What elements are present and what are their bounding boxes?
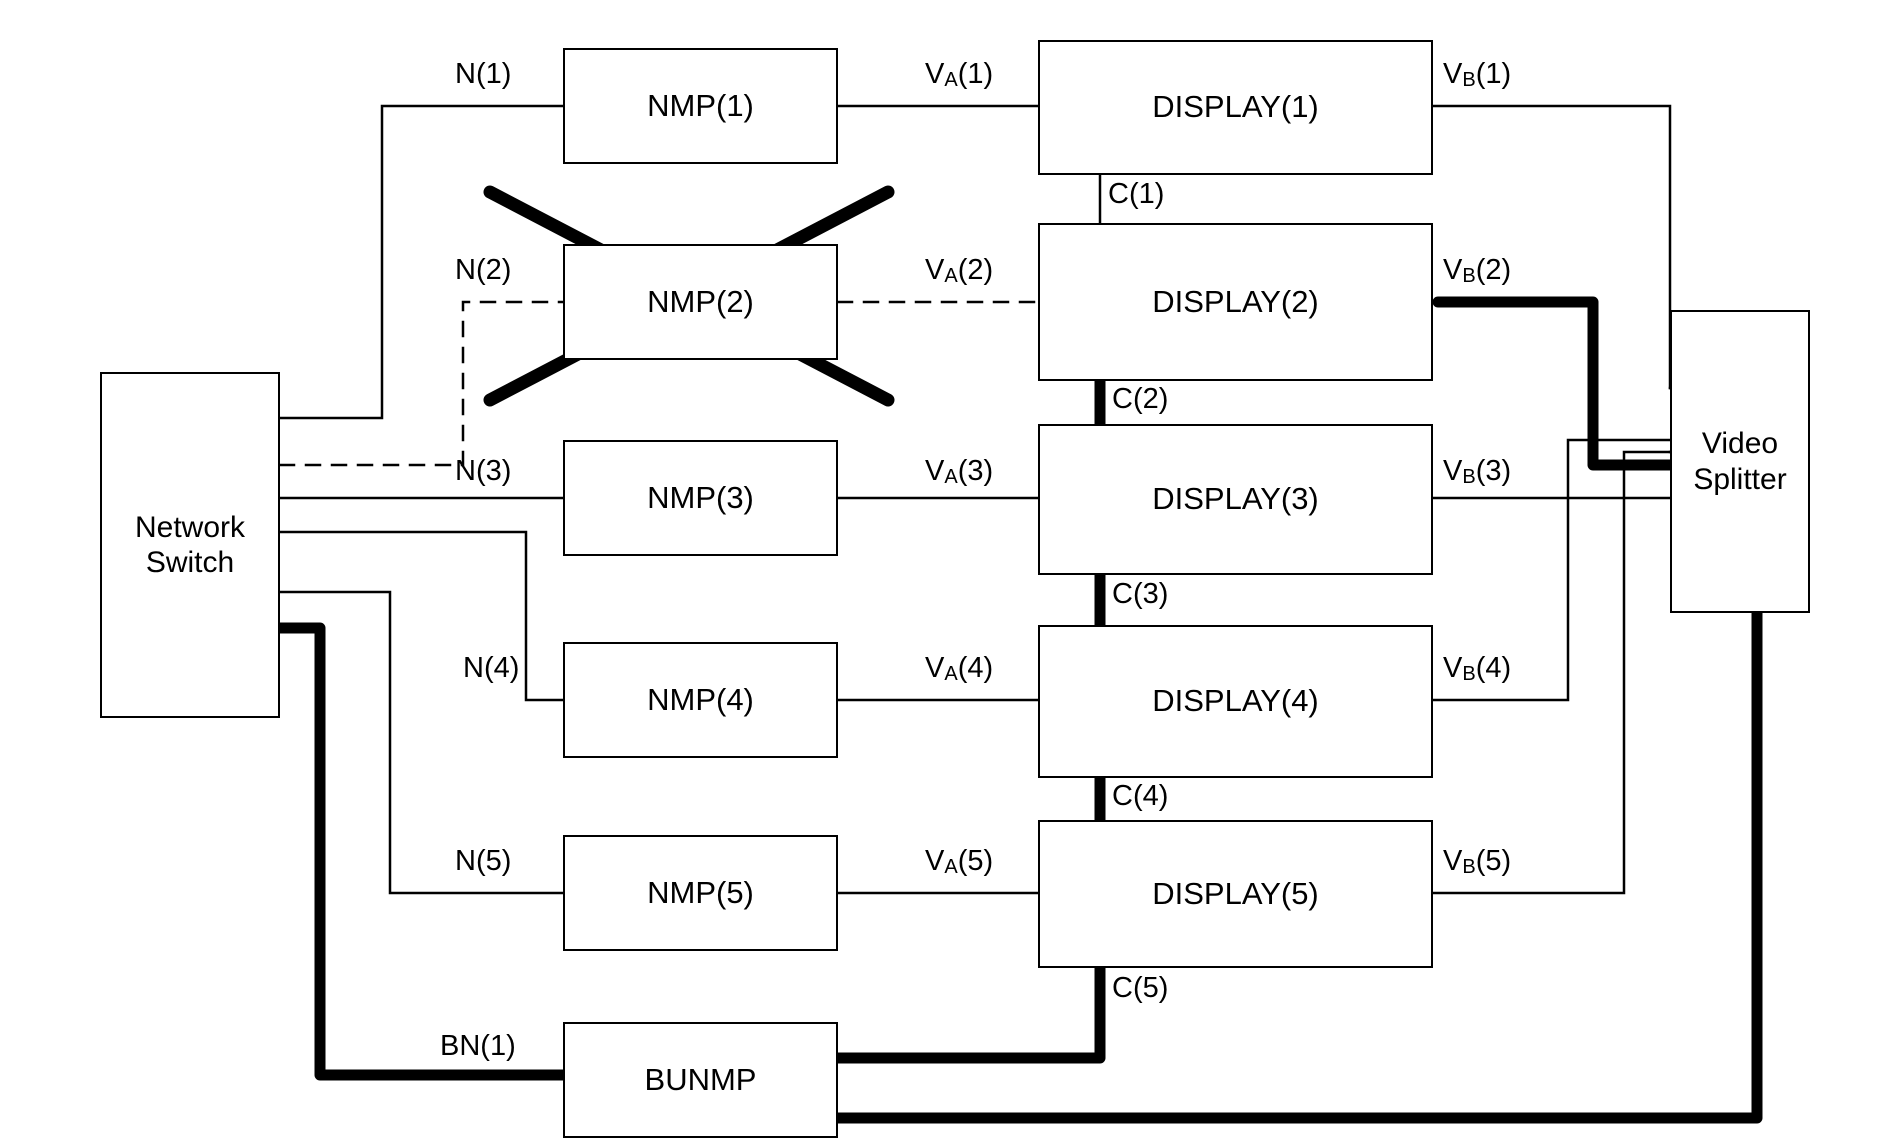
nmp-1-label: NMP(1): [647, 87, 754, 123]
edge-label-n5: N(5): [455, 845, 512, 877]
edge-label-c5: C(5): [1112, 972, 1169, 1004]
nmp-2-node[interactable]: NMP(2): [563, 244, 838, 360]
video-splitter-label-line1: Video: [1701, 427, 1779, 461]
edge-label-c1: C(1): [1108, 178, 1165, 210]
display-1-label: DISPLAY(1): [1152, 89, 1319, 125]
edge-label-va3: VA(3): [925, 455, 994, 488]
video-splitter-label-line2: Splitter: [1693, 462, 1787, 496]
nmp-4-node[interactable]: NMP(4): [563, 642, 838, 758]
edge-label-c3: C(3): [1112, 578, 1169, 610]
network-switch-label-line2: Switch: [145, 546, 235, 579]
edge-label-va5: VA(5): [925, 845, 994, 878]
edge-label-n4: N(4): [463, 652, 520, 684]
nmp-3-label: NMP(3): [647, 479, 754, 515]
network-switch-node[interactable]: Network Switch: [100, 372, 280, 718]
diagram-canvas: Network Switch NMP(1) NMP(2) NMP(3) NMP(…: [0, 0, 1895, 1143]
edge-label-vb2: VB(2): [1443, 254, 1512, 287]
nmp-2-label: NMP(2): [647, 283, 754, 319]
edge-label-vb1: VB(1): [1443, 58, 1512, 91]
wire-vb1: [1431, 104, 1672, 390]
edge-label-n1: N(1): [455, 58, 512, 90]
bunmp-node[interactable]: BUNMP: [563, 1022, 838, 1138]
wire-n1: [278, 104, 565, 420]
edge-label-bn1: BN(1): [440, 1030, 516, 1062]
display-3-node[interactable]: DISPLAY(3): [1038, 424, 1433, 575]
video-splitter-node[interactable]: Video Splitter: [1670, 310, 1810, 613]
bunmp-label: BUNMP: [644, 1061, 757, 1097]
wire-bn1-thick: [272, 622, 569, 1081]
edge-label-vb4: VB(4): [1443, 652, 1512, 685]
display-3-label: DISPLAY(3): [1152, 481, 1319, 517]
edge-label-c2: C(2): [1112, 383, 1169, 415]
edge-label-n2: N(2): [455, 254, 512, 286]
edge-label-vb5: VB(5): [1443, 845, 1512, 878]
display-5-label: DISPLAY(5): [1152, 875, 1319, 911]
network-switch-label-line1: Network: [134, 510, 246, 544]
wire-c5-thick: [832, 962, 1106, 1064]
nmp-5-node[interactable]: NMP(5): [563, 835, 838, 951]
display-4-label: DISPLAY(4): [1152, 683, 1319, 719]
diagram-wiring: [272, 104, 1763, 1124]
edge-label-va2: VA(2): [925, 254, 994, 287]
nmp-5-label: NMP(5): [647, 874, 754, 910]
display-1-node[interactable]: DISPLAY(1): [1038, 40, 1433, 175]
nmp-4-label: NMP(4): [647, 681, 754, 717]
edge-label-va4: VA(4): [925, 652, 994, 685]
nmp-1-node[interactable]: NMP(1): [563, 48, 838, 164]
edge-label-va1: VA(1): [925, 58, 994, 91]
display-4-node[interactable]: DISPLAY(4): [1038, 625, 1433, 778]
edge-label-vb3: VB(3): [1443, 455, 1512, 488]
nmp-3-node[interactable]: NMP(3): [563, 440, 838, 556]
edge-label-c4: C(4): [1112, 780, 1169, 812]
display-2-label: DISPLAY(2): [1152, 283, 1319, 319]
display-2-node[interactable]: DISPLAY(2): [1038, 223, 1433, 381]
display-5-node[interactable]: DISPLAY(5): [1038, 820, 1433, 968]
edge-label-n3: N(3): [455, 455, 512, 487]
